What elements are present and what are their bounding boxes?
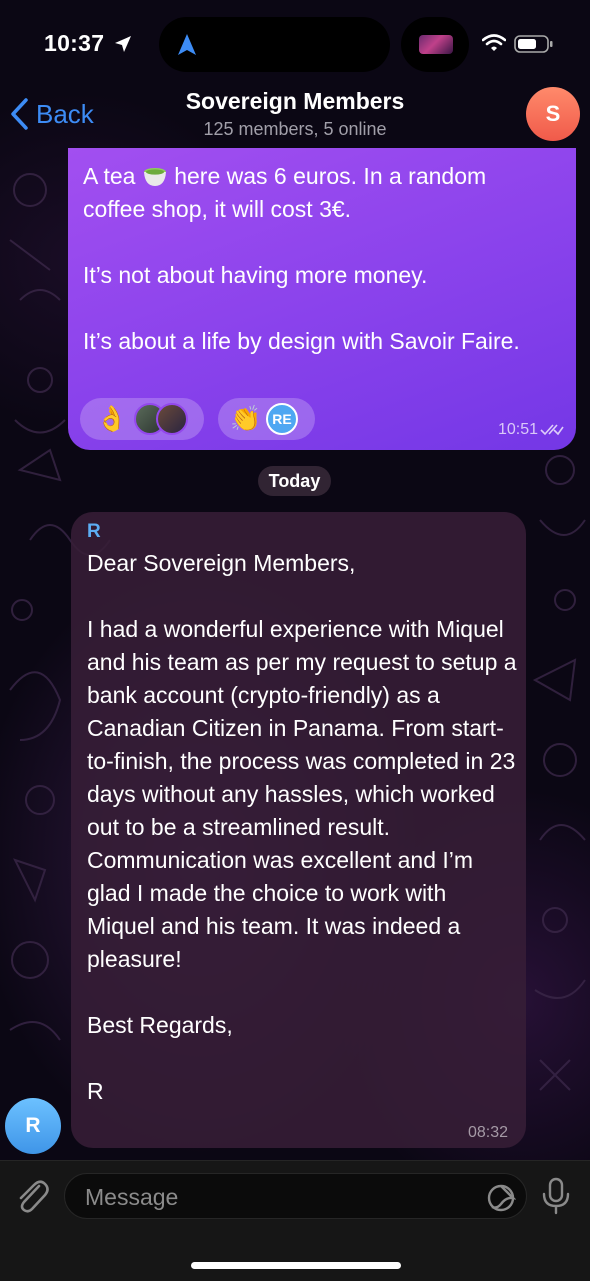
- message-field[interactable]: [64, 1173, 527, 1220]
- clapping-hands-emoji: 👏: [230, 405, 262, 433]
- incoming-timestamp: 08:32: [467, 1124, 508, 1141]
- sender-avatar[interactable]: R: [5, 1098, 61, 1154]
- incoming-message-bubble[interactable]: R Dear Sovereign Members, I had a wonder…: [71, 512, 526, 1148]
- reactor-avatar: [156, 403, 188, 435]
- live-activity: [401, 17, 469, 72]
- group-avatar[interactable]: S: [526, 87, 580, 141]
- line1-start: A tea: [83, 163, 142, 189]
- reaction-clap[interactable]: 👏 RE: [218, 398, 315, 440]
- battery-icon: [514, 35, 553, 53]
- microphone-icon[interactable]: [541, 1177, 571, 1215]
- outgoing-text-line2: coffee shop, it will cost 3€.: [83, 196, 352, 222]
- navigation-icon: [178, 34, 196, 55]
- outgoing-text-paragraph3: It’s about a life by design with Savoir …: [83, 328, 520, 354]
- sticker-icon[interactable]: [486, 1183, 516, 1213]
- message-composer: [0, 1160, 590, 1281]
- chat-subtitle: 125 members, 5 online: [203, 119, 387, 139]
- line1-end: here was 6 euros. In a random: [167, 163, 487, 189]
- reaction-ok[interactable]: 👌: [80, 398, 204, 440]
- paperclip-icon[interactable]: [14, 1177, 50, 1215]
- outgoing-time: 10:51: [497, 421, 538, 438]
- location-arrow-icon: [115, 36, 131, 52]
- status-time: 10:37: [44, 30, 105, 56]
- message-input[interactable]: [83, 1174, 467, 1220]
- incoming-message-text: Dear Sovereign Members, I had a wonderfu…: [87, 550, 517, 1104]
- double-check-icon: [540, 424, 564, 436]
- sender-name[interactable]: R: [87, 521, 101, 543]
- tea-cup-icon: [143, 168, 166, 186]
- wifi-icon: [482, 34, 506, 51]
- outgoing-text-paragraph2: It’s not about having more money.: [83, 262, 428, 288]
- outgoing-message-bubble[interactable]: A tea here was 6 euros. In a random coff…: [68, 148, 576, 450]
- live-activity-thumbnail: [419, 35, 453, 54]
- reactor-badge: RE: [266, 403, 298, 435]
- chat-title[interactable]: Sovereign Members: [0, 88, 590, 115]
- ok-hand-emoji: 👌: [96, 405, 128, 433]
- chat-header: Back Sovereign Members 125 members, 5 on…: [0, 82, 590, 150]
- message-timestamp: 10:51: [498, 421, 564, 439]
- status-bar: 10:37: [0, 0, 590, 82]
- home-indicator: [191, 1262, 401, 1269]
- outgoing-text-line1: A tea here was 6 euros. In a random: [83, 160, 563, 193]
- date-divider: Today: [258, 466, 331, 496]
